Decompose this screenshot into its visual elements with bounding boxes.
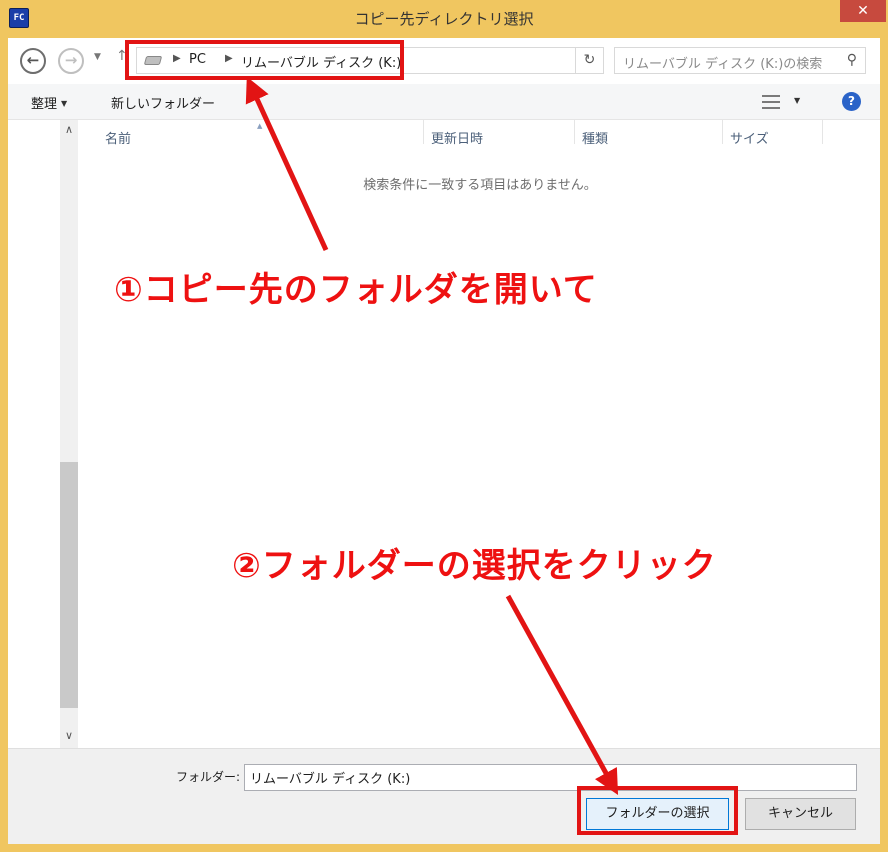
column-divider[interactable] xyxy=(574,120,575,144)
scroll-down-icon[interactable]: ∨ xyxy=(60,726,78,746)
refresh-button[interactable]: ↻ xyxy=(576,47,604,74)
select-button-highlight-box xyxy=(577,786,738,835)
folder-field-label: フォルダー: xyxy=(176,770,241,784)
view-options-icon[interactable] xyxy=(762,95,780,109)
search-box[interactable]: リムーバブル ディスク (K:)の検索 ⚲ xyxy=(614,47,866,74)
scrollbar-thumb[interactable] xyxy=(60,462,78,708)
back-button[interactable]: ← xyxy=(20,48,46,74)
search-placeholder: リムーバブル ディスク (K:)の検索 xyxy=(623,57,823,72)
command-toolbar: 整理 ▼ 新しいフォルダー ▼ ? xyxy=(8,84,880,120)
dialog-footer: フォルダー: フォルダーの選択 キャンセル xyxy=(8,748,880,844)
column-header-size[interactable]: サイズ xyxy=(730,128,769,147)
scroll-up-icon[interactable]: ∧ xyxy=(60,120,78,140)
recent-locations-icon[interactable]: ▼ xyxy=(94,52,101,62)
column-divider[interactable] xyxy=(423,120,424,144)
cancel-button[interactable]: キャンセル xyxy=(745,798,856,830)
file-list-area: ∧ ∨ ▲ 名前 更新日時 種類 サイズ 検索条件に一致する項目はありません。 xyxy=(8,120,880,748)
help-icon[interactable]: ? xyxy=(842,92,861,111)
chevron-down-icon[interactable]: ▼ xyxy=(794,96,800,105)
annotation-step-2: ②フォルダーの選択をクリック xyxy=(232,546,717,586)
column-header-type[interactable]: 種類 xyxy=(582,128,608,147)
column-divider[interactable] xyxy=(822,120,823,144)
column-divider[interactable] xyxy=(722,120,723,144)
organize-label: 整理 xyxy=(31,97,58,112)
new-folder-button[interactable]: 新しいフォルダー xyxy=(111,93,215,112)
dialog-window: FC コピー先ディレクトリ選択 ✕ ← → ▼ ↑ ▶ PC ▶ リムーバブル … xyxy=(0,0,888,852)
empty-folder-message: 検索条件に一致する項目はありません。 xyxy=(363,178,597,193)
column-header-modified[interactable]: 更新日時 xyxy=(431,128,483,147)
folder-input[interactable] xyxy=(244,764,857,791)
close-button[interactable]: ✕ xyxy=(840,0,886,22)
forward-button[interactable]: → xyxy=(58,48,84,74)
organize-menu[interactable]: 整理 ▼ xyxy=(31,93,67,112)
column-header-name[interactable]: 名前 xyxy=(105,128,131,147)
title-bar: FC コピー先ディレクトリ選択 ✕ xyxy=(0,0,888,38)
window-title: コピー先ディレクトリ選択 xyxy=(354,10,534,28)
search-icon[interactable]: ⚲ xyxy=(847,52,857,68)
dialog-client: ← → ▼ ↑ ▶ PC ▶ リムーバブル ディスク (K:) ∨ ↻ リムーバ… xyxy=(8,38,880,844)
sort-ascending-icon: ▲ xyxy=(257,122,263,130)
chevron-down-icon: ▼ xyxy=(61,99,68,108)
annotation-step-1: ①コピー先のフォルダを開いて xyxy=(114,270,598,310)
address-highlight-box xyxy=(125,40,404,80)
